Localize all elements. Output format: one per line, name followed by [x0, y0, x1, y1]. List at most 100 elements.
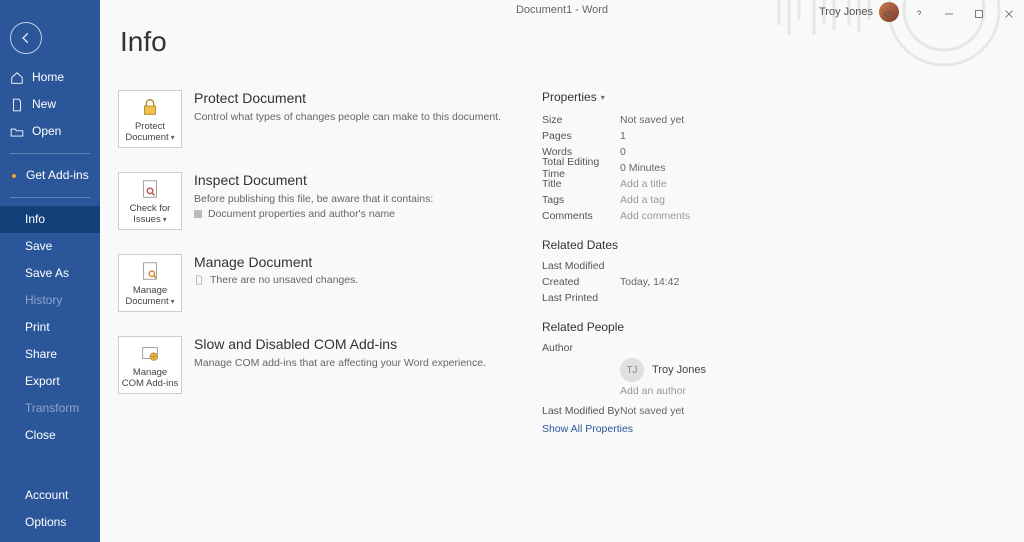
prop-row-title: TitleAdd a title [542, 176, 792, 192]
maximize-icon [973, 8, 985, 20]
info-tiles-column: Protect Document▾ Protect Document Contr… [118, 90, 538, 542]
minimize-button[interactable] [934, 0, 964, 28]
prop-row-last-modified: Last Modified [542, 258, 792, 274]
nav-label: Share [25, 347, 57, 362]
add-author-input[interactable]: Add an author [620, 385, 792, 397]
home-icon [10, 71, 24, 85]
prop-label: Comments [542, 210, 620, 222]
tile-sub: Document properties and author's name [194, 208, 538, 220]
nav-home[interactable]: Home [0, 64, 100, 91]
nav-get-addins[interactable]: Get Add-ins [0, 162, 100, 189]
backstage-sidebar: Home New Open Get Add-ins Info Save Save… [0, 0, 100, 542]
related-dates-heading: Related Dates [542, 238, 792, 252]
prop-row-comments: CommentsAdd comments [542, 208, 792, 224]
properties-panel: Properties ▾ SizeNot saved yet Pages1 Wo… [542, 90, 792, 542]
nav-group-mid: Info Save Save As History Print Share Ex… [0, 206, 100, 449]
maximize-button[interactable] [964, 0, 994, 28]
prop-value: 0 [620, 146, 626, 158]
manage-document-button[interactable]: Manage Document▾ [118, 254, 182, 312]
nav-save[interactable]: Save [0, 233, 100, 260]
manage-doc-icon [139, 260, 161, 282]
tile-label: Protect Document [125, 121, 168, 143]
help-button[interactable] [904, 0, 934, 28]
nav-label: History [25, 293, 62, 308]
prop-label: Last Printed [542, 292, 620, 304]
tile-desc: Before publishing this file, be aware th… [194, 192, 538, 206]
prop-value: 0 Minutes [620, 162, 666, 174]
tile-heading: Manage Document [194, 254, 538, 270]
close-window-button[interactable] [994, 0, 1024, 28]
tile-row-manage: Manage Document▾ Manage Document There a… [118, 254, 538, 312]
prop-label: Last Modified By [542, 405, 620, 417]
chevron-down-icon: ▾ [163, 215, 167, 224]
tile-sub-text: There are no unsaved changes. [210, 274, 358, 286]
tile-label: Manage COM Add-ins [122, 367, 179, 389]
related-people-heading: Related People [542, 320, 792, 334]
prop-row-author: Author [542, 340, 792, 356]
comments-input[interactable]: Add comments [620, 210, 690, 222]
tile-row-inspect: Check for Issues▾ Inspect Document Befor… [118, 172, 538, 230]
prop-row-last-modified-by: Last Modified By Not saved yet [542, 405, 792, 417]
addins-badge-icon [12, 174, 16, 178]
nav-label: New [32, 97, 56, 112]
nav-group-bottom: Account Options [0, 482, 100, 536]
prop-label: Total Editing Time [542, 156, 620, 180]
nav-export[interactable]: Export [0, 368, 100, 395]
tile-text: Protect Document Control what types of c… [194, 90, 538, 148]
nav-close[interactable]: Close [0, 422, 100, 449]
info-content: Protect Document▾ Protect Document Contr… [118, 90, 1006, 542]
protect-document-button[interactable]: Protect Document▾ [118, 90, 182, 148]
nav-label: Close [25, 428, 56, 443]
back-button[interactable] [10, 22, 42, 54]
page-title: Info [120, 26, 167, 58]
tile-row-protect: Protect Document▾ Protect Document Contr… [118, 90, 538, 148]
nav-label: Transform [25, 401, 79, 416]
prop-row-editing-time: Total Editing Time0 Minutes [542, 160, 792, 176]
nav-label: Save [25, 239, 52, 254]
prop-label: Author [542, 342, 620, 354]
user-name: Troy Jones [819, 6, 873, 18]
nav-save-as[interactable]: Save As [0, 260, 100, 287]
nav-new[interactable]: New [0, 91, 100, 118]
properties-heading: Properties [542, 90, 597, 104]
properties-dropdown[interactable]: Properties ▾ [542, 90, 792, 104]
chevron-down-icon: ▾ [171, 297, 175, 306]
check-for-issues-button[interactable]: Check for Issues▾ [118, 172, 182, 230]
nav-options[interactable]: Options [0, 509, 100, 536]
coming-soon-button[interactable] [874, 0, 904, 28]
show-all-properties-link[interactable]: Show All Properties [542, 423, 633, 435]
nav-share[interactable]: Share [0, 341, 100, 368]
prop-label: Last Modified [542, 260, 620, 272]
tile-heading: Protect Document [194, 90, 538, 106]
prop-label: Title [542, 178, 620, 190]
author-entry[interactable]: TJ Troy Jones [620, 358, 792, 382]
tile-text: Slow and Disabled COM Add-ins Manage COM… [194, 336, 538, 394]
nav-label: Account [25, 488, 68, 503]
megaphone-icon [883, 8, 895, 20]
document-small-icon [194, 275, 204, 285]
nav-label: Open [32, 124, 61, 139]
nav-transform: Transform [0, 395, 100, 422]
prop-row-created: CreatedToday, 14:42 [542, 274, 792, 290]
title-input[interactable]: Add a title [620, 178, 667, 190]
author-avatar-icon: TJ [620, 358, 644, 382]
prop-row-tags: TagsAdd a tag [542, 192, 792, 208]
prop-label: Size [542, 114, 620, 126]
tile-text: Manage Document There are no unsaved cha… [194, 254, 538, 312]
tile-desc: Manage COM add-ins that are affecting yo… [194, 356, 538, 370]
tags-input[interactable]: Add a tag [620, 194, 665, 206]
manage-com-addins-button[interactable]: Manage COM Add-ins [118, 336, 182, 394]
nav-label: Save As [25, 266, 69, 281]
nav-print[interactable]: Print [0, 314, 100, 341]
nav-account[interactable]: Account [0, 482, 100, 509]
document-icon [10, 98, 24, 112]
nav-label: Info [25, 212, 45, 227]
inspect-icon [139, 178, 161, 200]
nav-info[interactable]: Info [0, 206, 100, 233]
prop-label: Created [542, 276, 620, 288]
minimize-icon [943, 8, 955, 20]
prop-value: 1 [620, 130, 626, 142]
chevron-down-icon: ▾ [171, 133, 175, 142]
tile-label: Manage Document [125, 285, 168, 307]
nav-open[interactable]: Open [0, 118, 100, 145]
